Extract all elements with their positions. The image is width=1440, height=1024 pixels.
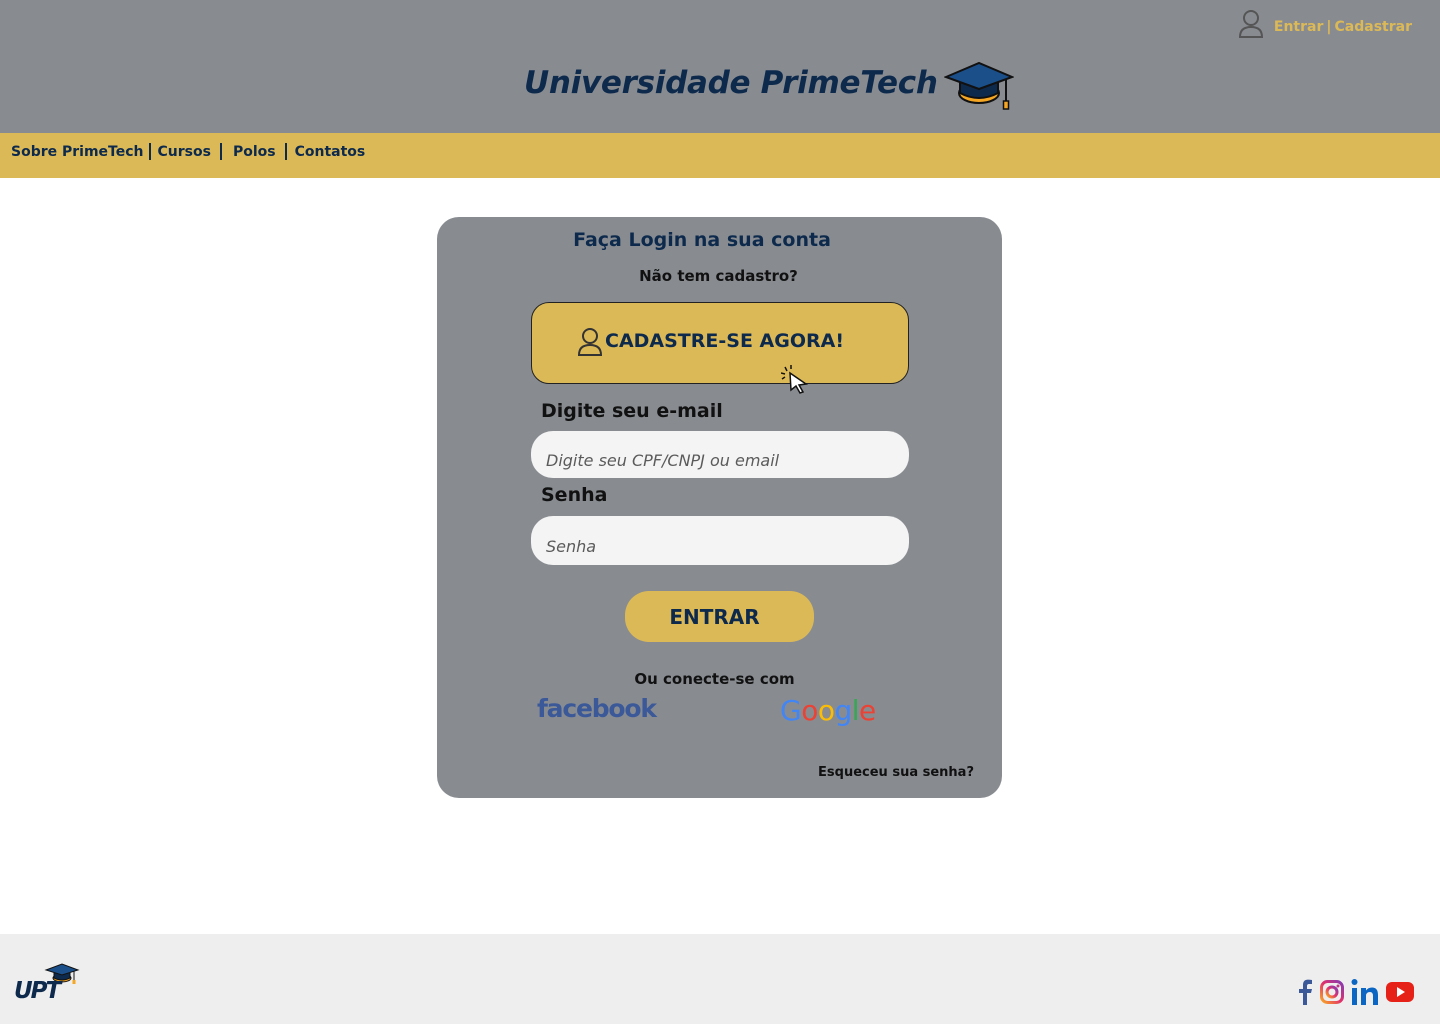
login-card: Faça Login na sua conta Não tem cadastro…: [437, 217, 1002, 798]
nav-item-cursos[interactable]: Cursos: [158, 144, 211, 160]
nav-item-sobre[interactable]: Sobre PrimeTech: [11, 144, 144, 160]
google-letter: l: [851, 694, 860, 727]
google-letter: G: [780, 694, 802, 727]
account-links: Entrar | Cadastrar: [1274, 19, 1412, 35]
signup-now-label: CADASTRE-SE AGORA!: [605, 330, 844, 352]
google-letter: o: [817, 694, 835, 727]
graduation-cap-icon: [942, 59, 1015, 116]
nav-divider: [284, 143, 287, 160]
linkedin-icon[interactable]: [1351, 978, 1379, 1011]
instagram-icon[interactable]: [1320, 980, 1344, 1009]
signup-now-button[interactable]: CADASTRE-SE AGORA!: [531, 302, 909, 384]
google-letter: o: [801, 694, 818, 727]
nav-list: Sobre PrimeTech Cursos Polos Contatos: [11, 143, 365, 160]
site-footer: UPT: [0, 934, 1440, 1024]
brand-title: Universidade PrimeTech: [524, 65, 938, 101]
connect-with-text: Ou conecte-se com: [634, 670, 795, 688]
nav-item-polos[interactable]: Polos: [233, 144, 276, 160]
facebook-icon[interactable]: [1297, 979, 1313, 1010]
email-label: Digite seu e-mail: [541, 400, 723, 422]
youtube-icon[interactable]: [1386, 982, 1414, 1007]
footer-logo-text: UPT: [14, 978, 61, 1004]
google-login-logo[interactable]: Google: [780, 694, 876, 727]
user-icon: [577, 327, 603, 362]
brand[interactable]: Universidade PrimeTech: [524, 48, 1015, 118]
user-icon: [1238, 9, 1264, 44]
forgot-password-link[interactable]: Esqueceu sua senha?: [818, 765, 974, 780]
enter-button[interactable]: ENTRAR: [625, 591, 814, 642]
account-separator: |: [1326, 18, 1332, 35]
login-link[interactable]: Entrar: [1274, 19, 1323, 35]
login-title: Faça Login na sua conta: [573, 229, 831, 251]
click-cursor-icon: [780, 365, 811, 400]
email-field[interactable]: [531, 431, 909, 478]
enter-button-label: ENTRAR: [669, 604, 760, 629]
social-links: [1297, 978, 1414, 1011]
nav-divider: [148, 143, 151, 160]
nav-item-contatos[interactable]: Contatos: [295, 144, 366, 160]
facebook-login-logo[interactable]: facebook: [537, 694, 657, 723]
no-account-text: Não tem cadastro?: [639, 267, 798, 285]
google-letter: g: [834, 694, 852, 727]
google-letter: e: [859, 694, 876, 727]
site-header: Universidade PrimeTech Entrar | Cadastra…: [0, 0, 1440, 133]
nav-divider: [219, 143, 222, 160]
signup-link[interactable]: Cadastrar: [1335, 19, 1412, 35]
main-nav: Sobre PrimeTech Cursos Polos Contatos: [0, 133, 1440, 178]
password-label: Senha: [541, 484, 608, 506]
account-area: Entrar | Cadastrar: [1238, 9, 1412, 44]
password-field[interactable]: [531, 516, 909, 565]
